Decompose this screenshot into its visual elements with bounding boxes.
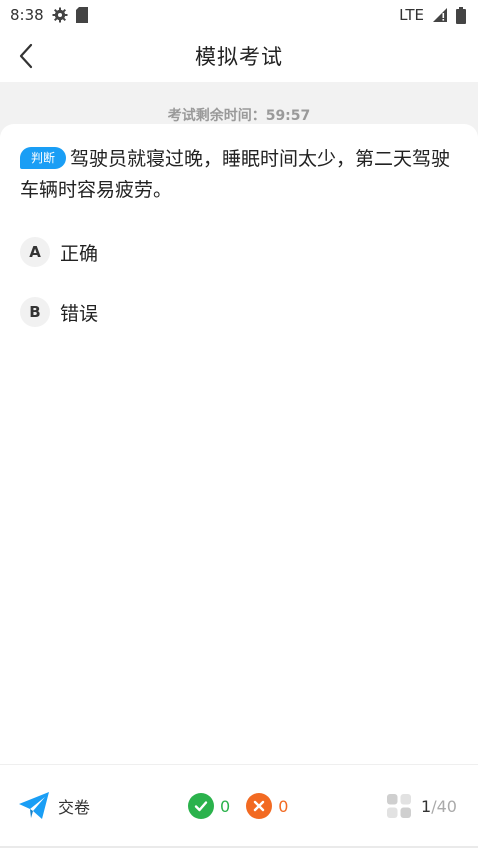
progress-current: 1 [421, 796, 432, 816]
correct-count-group: 0 [188, 793, 230, 819]
progress-total: 40 [436, 796, 457, 816]
exam-screen: 8:38 LTE 模拟考试 考试剩余时间：59:57 判断 驾驶员就寝过晚，睡眠… [0, 0, 478, 850]
option-text: 错误 [60, 302, 99, 325]
battery-icon [456, 6, 466, 24]
option-text: 正确 [60, 242, 99, 265]
option-letter: B [20, 297, 50, 327]
gear-icon [52, 7, 68, 23]
check-circle-icon [188, 793, 214, 819]
question-type-badge: 判断 [20, 147, 67, 169]
submit-label: 交卷 [58, 798, 91, 817]
question-text: 驾驶员就寝过晚，睡眠时间太少，第二天驾驶车辆时容易疲劳。 [20, 148, 451, 201]
home-indicator [0, 846, 478, 848]
option-b[interactable]: B 错误 [20, 282, 458, 342]
option-letter: A [20, 237, 50, 267]
submit-exam-button[interactable]: 交卷 [18, 791, 90, 821]
answer-counts: 0 0 [188, 793, 304, 819]
status-left: 8:38 [10, 6, 89, 24]
question-progress-button[interactable]: 1/40 [387, 794, 457, 818]
remaining-time: 考试剩余时间：59:57 [167, 108, 311, 124]
option-a[interactable]: A 正确 [20, 222, 458, 282]
page-title: 模拟考试 [195, 45, 283, 69]
status-right: LTE [399, 6, 466, 24]
app-header: 模拟考试 [0, 30, 478, 82]
question: 判断 驾驶员就寝过晚，睡眠时间太少，第二天驾驶车辆时容易疲劳。 [0, 124, 478, 206]
status-bar: 8:38 LTE [0, 0, 478, 30]
question-card: 判断 驾驶员就寝过晚，睡眠时间太少，第二天驾驶车辆时容易疲劳。 A 正确 B 错误 [0, 124, 478, 764]
sd-card-icon [75, 7, 89, 23]
bottom-bar: 交卷 0 0 1/40 [0, 764, 478, 848]
x-circle-icon [246, 793, 273, 819]
wrong-count: 0 [278, 796, 289, 816]
signal-icon [432, 7, 448, 23]
wrong-count-group: 0 [246, 793, 288, 819]
grid-icon [387, 794, 411, 818]
chevron-left-icon [19, 43, 33, 69]
options-list: A 正确 B 错误 [0, 206, 478, 342]
paper-plane-icon [19, 792, 49, 819]
progress-text: 1/40 [421, 797, 457, 816]
correct-count: 0 [220, 796, 231, 816]
network-type: LTE [399, 6, 424, 24]
back-button[interactable] [8, 38, 44, 74]
status-time: 8:38 [10, 6, 44, 24]
